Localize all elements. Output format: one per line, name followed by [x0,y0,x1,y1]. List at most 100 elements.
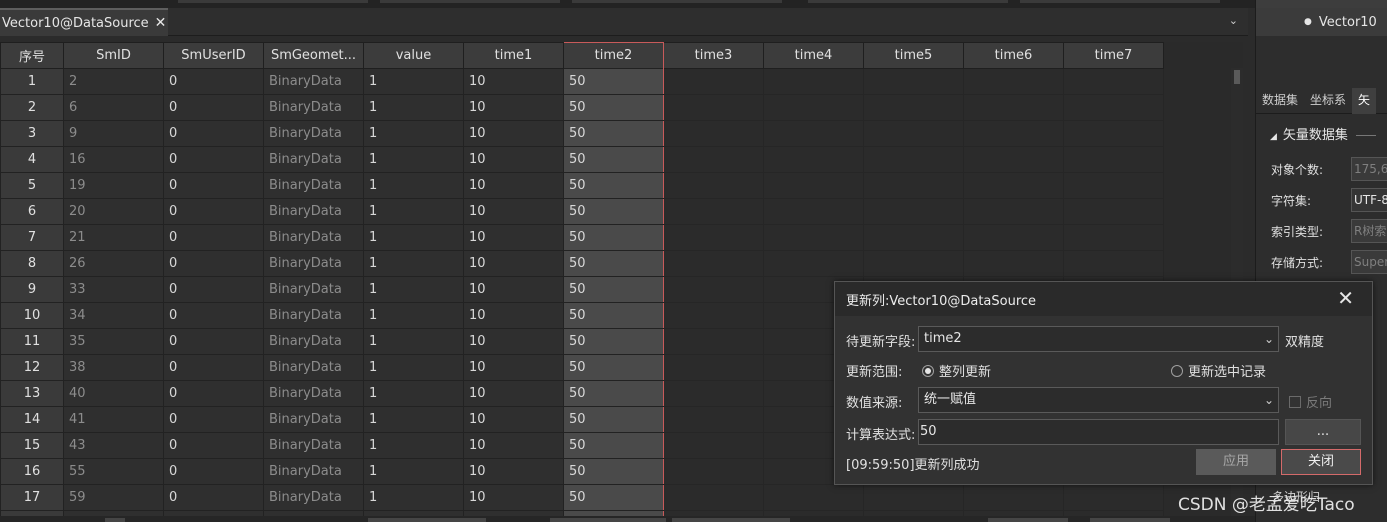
tree-node-vector10[interactable]: ● Vector10 [1256,8,1387,36]
table-cell[interactable] [963,198,1064,225]
table-cell[interactable]: BinaryData [263,198,364,225]
table-cell[interactable]: BinaryData [263,432,364,459]
table-cell[interactable] [1063,198,1164,225]
table-cell[interactable]: 1 [363,120,464,147]
table-cell[interactable] [663,380,764,407]
table-cell[interactable]: 1 [363,68,464,95]
table-cell[interactable] [963,68,1064,95]
table-cell[interactable]: 0 [163,68,264,95]
table-cell[interactable]: 1 [363,406,464,433]
table-cell[interactable]: 0 [163,198,264,225]
table-cell[interactable]: 10 [463,328,564,355]
table-cell[interactable]: BinaryData [263,380,364,407]
row-number-cell[interactable]: 16 [0,458,64,485]
table-cell[interactable]: 0 [163,94,264,121]
dialog-title-bar[interactable]: 更新列:Vector10@DataSource [835,282,1372,316]
table-cell[interactable]: 0 [163,302,264,329]
table-cell[interactable] [763,146,864,173]
table-cell[interactable] [663,172,764,199]
column-header[interactable]: time7 [1063,42,1164,69]
table-cell[interactable] [663,68,764,95]
table-row[interactable]: 17 59 0 BinaryData 1 10 50 [0,484,1164,511]
table-cell[interactable]: 1 [363,224,464,251]
table-cell[interactable]: 1 [363,94,464,121]
table-cell[interactable]: 50 [563,406,664,433]
table-cell[interactable]: 50 [563,146,664,173]
table-cell[interactable] [1063,250,1164,277]
table-cell[interactable]: 0 [163,224,264,251]
table-cell[interactable]: 10 [463,172,564,199]
table-cell[interactable]: 21 [63,224,164,251]
tab-coordinate-system[interactable]: 坐标系 [1304,88,1352,114]
table-cell[interactable]: 0 [163,146,264,173]
collapse-triangle-icon[interactable]: ◢ [1270,132,1277,142]
table-cell[interactable]: BinaryData [263,276,364,303]
table-cell[interactable]: 0 [163,354,264,381]
table-cell[interactable]: 50 [563,276,664,303]
table-cell[interactable]: 1 [363,250,464,277]
table-cell[interactable]: 50 [563,302,664,329]
table-cell[interactable]: BinaryData [263,146,364,173]
table-cell[interactable]: 1 [363,328,464,355]
table-cell[interactable] [763,484,864,511]
table-cell[interactable] [863,224,964,251]
column-header[interactable]: SmID [63,42,164,69]
table-cell[interactable] [663,224,764,251]
table-cell[interactable]: BinaryData [263,458,364,485]
radio-selected-records[interactable]: 更新选中记录 [1171,361,1266,380]
table-cell[interactable]: 16 [63,146,164,173]
table-cell[interactable] [763,198,864,225]
table-cell[interactable]: BinaryData [263,68,364,95]
table-cell[interactable]: 0 [163,250,264,277]
table-cell[interactable]: 50 [563,68,664,95]
table-cell[interactable]: 1 [363,198,464,225]
row-number-cell[interactable]: 12 [0,354,64,381]
table-row[interactable]: 2 6 0 BinaryData 1 10 50 [0,94,1164,121]
table-cell[interactable] [963,94,1064,121]
row-number-cell[interactable]: 15 [0,432,64,459]
field-select[interactable]: time2 ⌄ [918,326,1279,352]
table-cell[interactable] [963,146,1064,173]
table-cell[interactable]: 10 [463,380,564,407]
column-header[interactable]: time1 [463,42,564,69]
section-header[interactable]: ◢ 矢量数据集 [1270,124,1376,143]
table-cell[interactable]: 50 [563,120,664,147]
table-cell[interactable]: 1 [363,484,464,511]
table-cell[interactable] [763,68,864,95]
table-cell[interactable]: 50 [563,198,664,225]
table-cell[interactable] [663,276,764,303]
table-row[interactable]: 3 9 0 BinaryData 1 10 50 [0,120,1164,147]
table-cell[interactable] [863,172,964,199]
table-cell[interactable] [663,328,764,355]
table-cell[interactable]: 50 [563,94,664,121]
table-cell[interactable] [663,484,764,511]
table-cell[interactable] [1063,146,1164,173]
table-cell[interactable]: 10 [463,224,564,251]
table-cell[interactable] [963,250,1064,277]
table-cell[interactable] [1063,94,1164,121]
table-cell[interactable] [663,406,764,433]
table-cell[interactable]: BinaryData [263,94,364,121]
row-number-cell[interactable]: 2 [0,94,64,121]
table-cell[interactable]: 10 [463,458,564,485]
table-cell[interactable]: 1 [363,146,464,173]
table-cell[interactable] [1063,172,1164,199]
table-cell[interactable]: 10 [463,250,564,277]
table-cell[interactable]: 1 [363,276,464,303]
table-cell[interactable] [663,198,764,225]
table-cell[interactable] [863,146,964,173]
table-cell[interactable]: 10 [463,120,564,147]
table-cell[interactable]: 10 [463,354,564,381]
table-cell[interactable]: 50 [563,458,664,485]
expression-input[interactable]: 50 [918,419,1279,445]
table-cell[interactable]: 10 [463,302,564,329]
table-cell[interactable] [663,146,764,173]
table-cell[interactable]: 9 [63,120,164,147]
table-cell[interactable] [963,120,1064,147]
table-cell[interactable]: 33 [63,276,164,303]
row-number-cell[interactable]: 10 [0,302,64,329]
column-header[interactable]: value [363,42,464,69]
table-cell[interactable] [763,120,864,147]
apply-button[interactable]: 应用 [1196,449,1276,475]
table-cell[interactable]: 10 [463,198,564,225]
